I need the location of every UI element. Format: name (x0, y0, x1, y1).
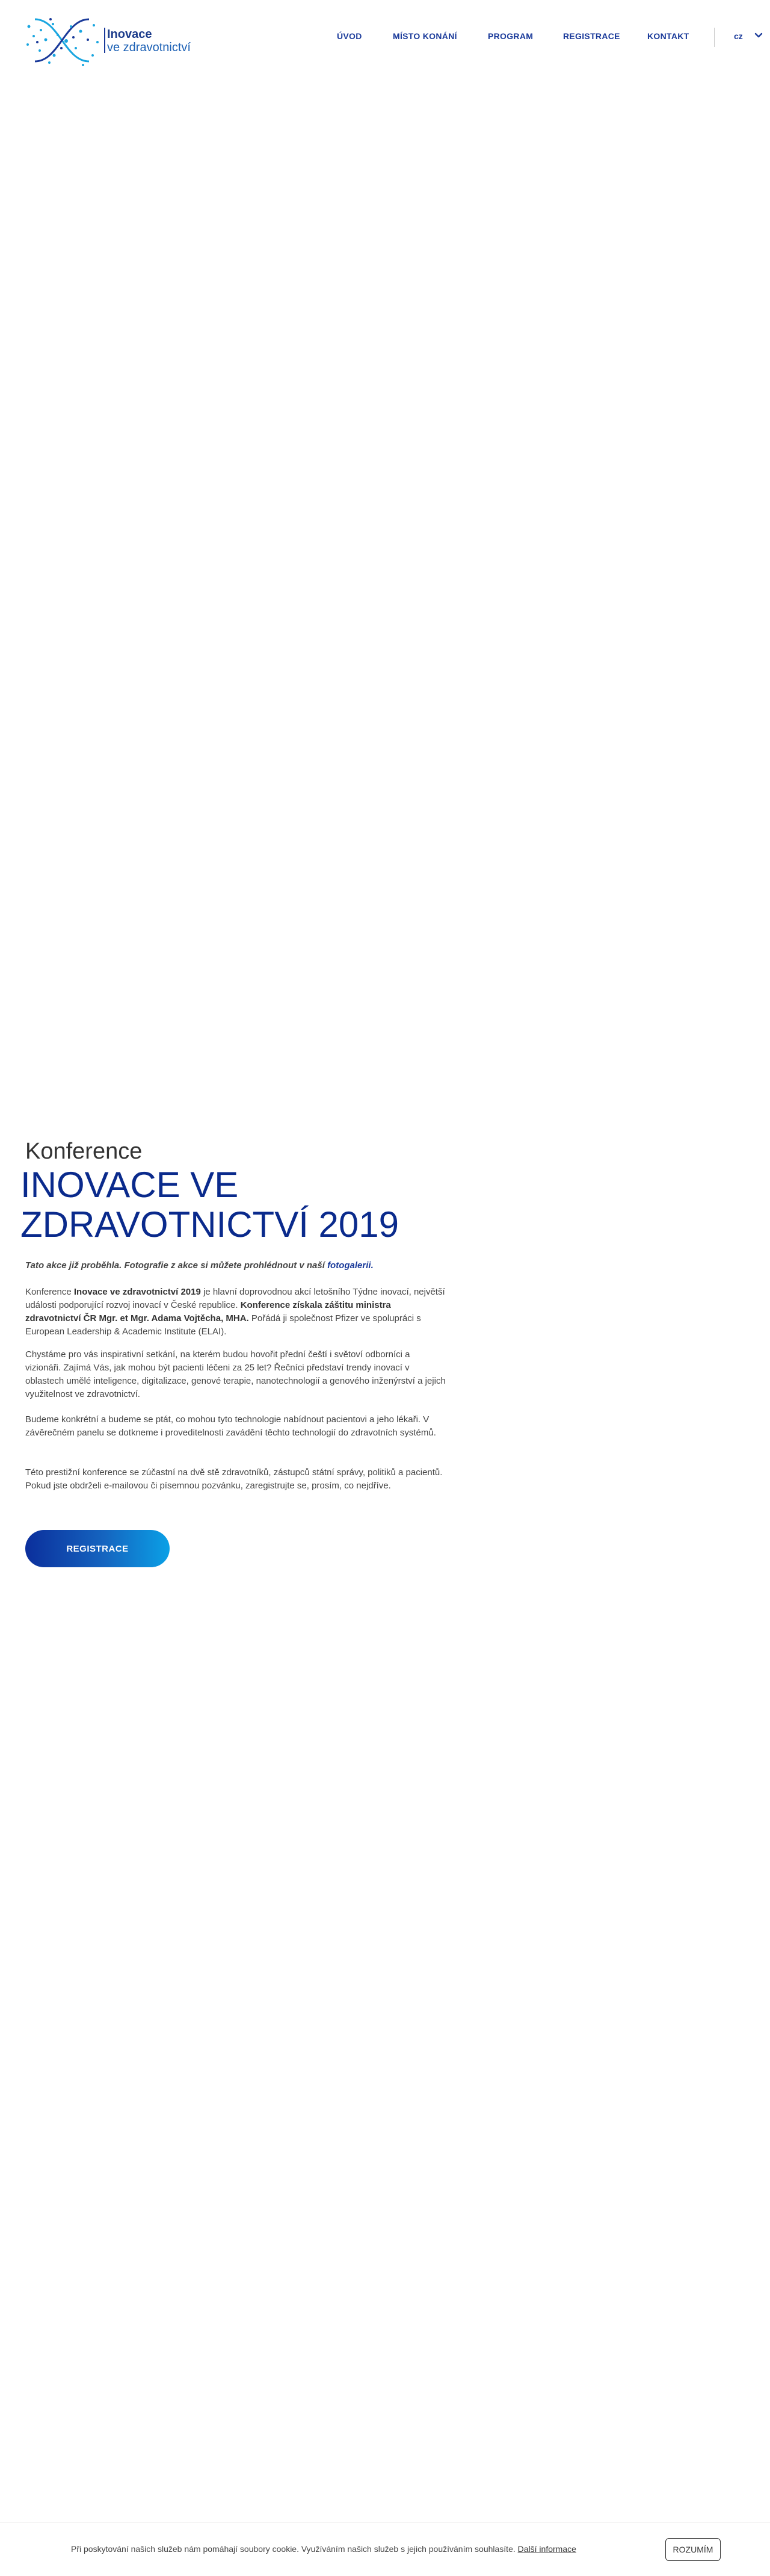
hero-area (0, 78, 770, 1125)
register-button[interactable]: REGISTRACE (25, 1530, 170, 1567)
intro-text-a: Konference (25, 1287, 74, 1297)
event-notice: Tato akce již proběhla. Fotografie z akc… (25, 1260, 458, 1271)
nav-item-uvod[interactable]: ÚVOD (337, 31, 362, 41)
panel-paragraph: Budeme konkrétní a budeme se ptát, co mo… (25, 1414, 436, 1438)
attendance-paragraph: Této prestižní konference se zúčastní na… (25, 1467, 443, 1491)
nav-item-registrace[interactable]: REGISTRACE (563, 31, 620, 41)
cookie-text: Při poskytování našich služeb nám pomáha… (71, 2544, 518, 2554)
intro-conference-name: Inovace ve zdravotnictví 2019 (73, 1287, 201, 1297)
logo-subtitle: ve zdravotnictví (107, 41, 191, 54)
cookie-more-info-link[interactable]: Další informace (518, 2544, 576, 2554)
nav-item-kontakt[interactable]: KONTAKT (647, 31, 689, 41)
speakers-paragraph: Chystáme pro vás inspirativní setkání, n… (25, 1349, 446, 1399)
nav-item-program[interactable]: PROGRAM (488, 31, 533, 41)
site-logo[interactable]: Inovace ve zdravotnictví (23, 13, 203, 67)
cookie-accept-button[interactable]: ROZUMÍM (665, 2538, 721, 2561)
language-selector[interactable]: cz (734, 31, 763, 43)
language-label: cz (734, 31, 743, 41)
cookie-message: Při poskytování našich služeb nám pomáha… (71, 2544, 576, 2554)
page-kicker: Konference (25, 1139, 143, 1164)
site-header: Inovace ve zdravotnictví ÚVOD MÍSTO KONÁ… (0, 0, 770, 78)
cookie-bar: Při poskytování našich služeb nám pomáha… (0, 2522, 770, 2576)
gallery-link[interactable]: fotogalerii. (327, 1260, 374, 1271)
page-title: INOVACE VE ZDRAVOTNICTVÍ 2019 (20, 1165, 399, 1245)
chevron-down-icon (754, 33, 763, 38)
intro-paragraph: Konference Inovace ve zdravotnictví 2019… (25, 1286, 446, 1339)
dna-logo-icon (26, 18, 105, 66)
nav-item-misto-konani[interactable]: MÍSTO KONÁNÍ (393, 31, 457, 41)
notice-text: Tato akce již proběhla. Fotografie z akc… (25, 1260, 328, 1271)
nav-divider (714, 28, 715, 47)
logo-title: Inovace (107, 28, 152, 41)
